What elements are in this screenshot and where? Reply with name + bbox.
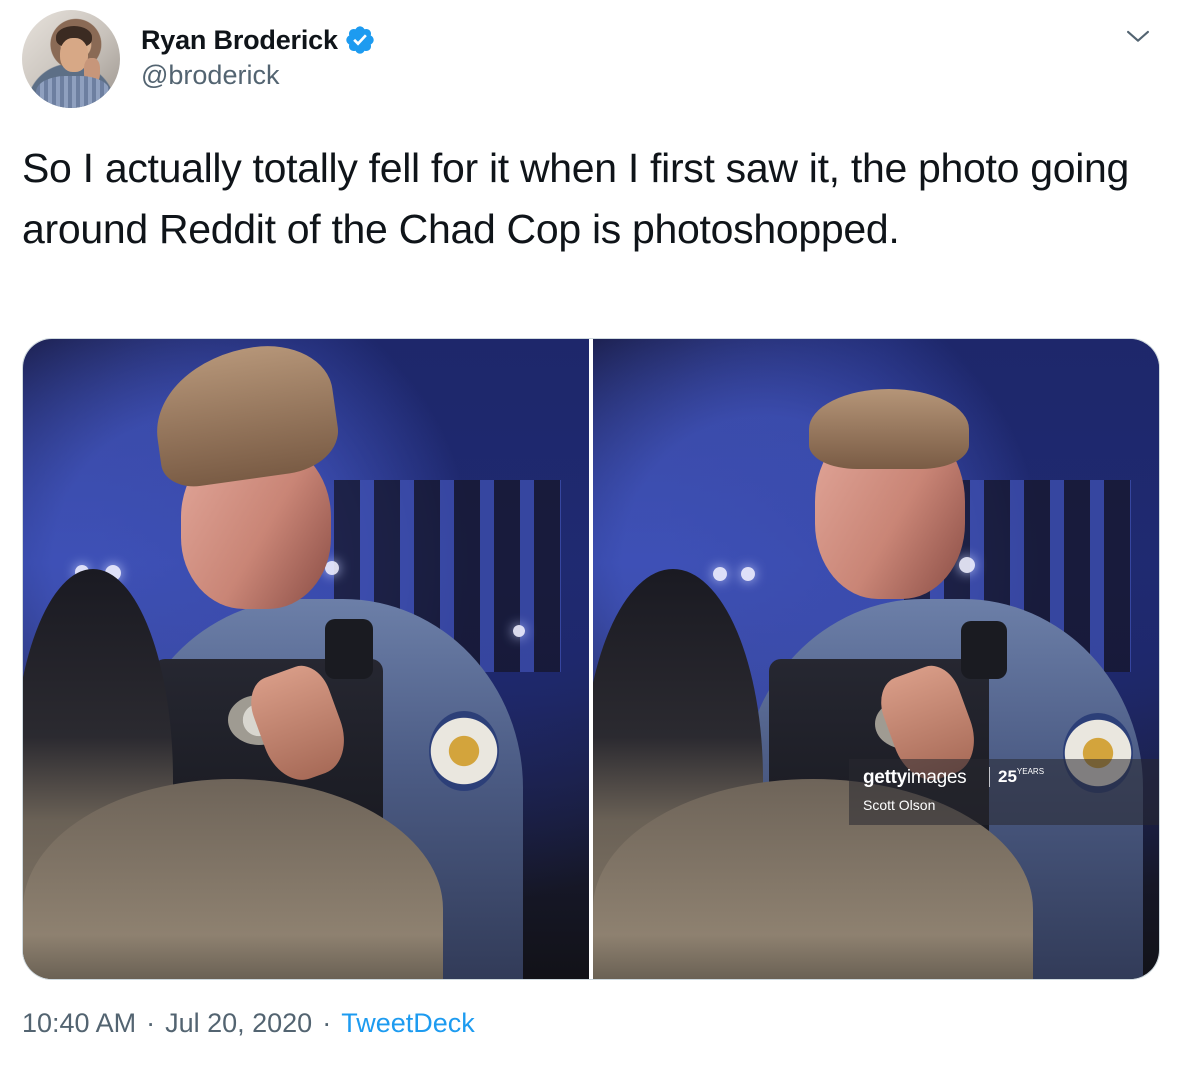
author-display-name[interactable]: Ryan Broderick <box>141 25 338 56</box>
photo-radio <box>961 621 1007 679</box>
photo-radio <box>325 619 373 679</box>
watermark-years: 25YEARS <box>989 767 1044 787</box>
watermark-credit: Scott Olson <box>863 797 936 813</box>
avatar-shirt <box>36 76 110 108</box>
verified-badge-icon <box>344 24 376 56</box>
photo-light <box>513 625 525 637</box>
photo-light <box>325 561 339 575</box>
photo-light <box>959 557 975 573</box>
avatar[interactable] <box>22 10 120 108</box>
meta-separator: · <box>322 1008 332 1038</box>
photo-right[interactable]: gettyimages 25YEARS Scott Olson <box>593 339 1159 979</box>
getty-watermark: gettyimages 25YEARS Scott Olson <box>849 759 1159 825</box>
tweet-date[interactable]: Jul 20, 2020 <box>165 1008 312 1039</box>
meta-separator: · <box>146 1008 156 1038</box>
tweet-text: So I actually totally fell for it when I… <box>22 145 1130 252</box>
photo-left[interactable] <box>23 339 589 979</box>
photo-police-patch <box>429 711 499 791</box>
tweet-time[interactable]: 10:40 AM <box>22 1008 136 1039</box>
tweet-source-link[interactable]: TweetDeck <box>341 1008 475 1039</box>
photo-light <box>713 567 727 581</box>
photo-light <box>741 567 755 581</box>
tweet-media[interactable]: gettyimages 25YEARS Scott Olson <box>22 338 1160 980</box>
chevron-down-icon[interactable] <box>1124 22 1152 50</box>
tweet-meta: 10:40 AM · Jul 20, 2020 · TweetDeck <box>22 1008 475 1039</box>
author-handle[interactable]: @broderick <box>141 60 279 91</box>
tweet-card: Ryan Broderick @broderick So I actually … <box>0 0 1184 1070</box>
author-name-row: Ryan Broderick <box>141 22 376 58</box>
watermark-brand: gettyimages <box>863 767 967 788</box>
photo-officer-hair <box>809 389 969 469</box>
